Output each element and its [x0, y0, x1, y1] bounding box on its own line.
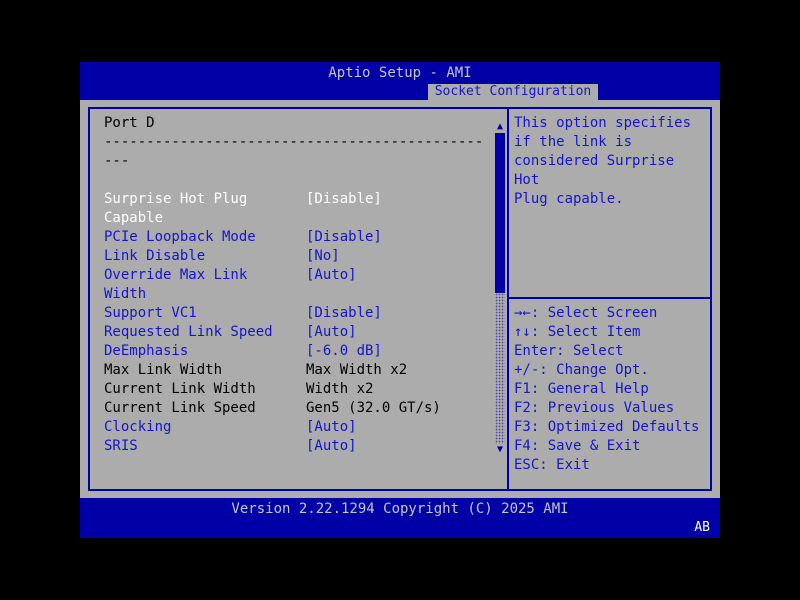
setup-item-row[interactable]: Support VC1 [Disable] [90, 304, 507, 323]
blank-row [90, 171, 507, 190]
item-value: [Disable] [306, 229, 382, 245]
tab-socket-configuration[interactable]: Socket Configuration [428, 84, 598, 100]
item-value: [Auto] [306, 419, 357, 435]
hotkey-line: Enter: Select [514, 343, 624, 359]
item-value: [-6.0 dB] [306, 343, 382, 359]
item-label: Clocking [104, 419, 172, 435]
item-label: Surprise Hot Plug Capable [104, 191, 248, 226]
page-title: Aptio Setup - AMI [328, 65, 472, 81]
item-value: [Auto] [306, 267, 357, 283]
separator-row: ----------------------------------------… [104, 134, 484, 169]
scroll-up-icon[interactable]: ▲ [494, 121, 506, 133]
item-label: SRIS [104, 438, 138, 454]
body-area: Port D ----------------------------------… [80, 100, 720, 498]
item-value: [Auto] [306, 438, 357, 454]
hotkey-line: →←: Select Screen [514, 305, 658, 321]
hotkey-line: F4: Save & Exit [514, 438, 641, 454]
item-value: [Disable] [306, 191, 382, 207]
item-value: Gen5 (32.0 GT/s) [306, 400, 441, 416]
setup-item-row: Current Link Width Width x2 [90, 380, 507, 399]
item-value: Max Width x2 [306, 362, 408, 378]
item-value: [No] [306, 248, 340, 264]
scroll-track[interactable] [495, 293, 505, 444]
item-label: Link Disable [104, 248, 206, 264]
hotkey-list: →←: Select Screen ↑↓: Select Item Enter: S… [514, 304, 708, 475]
setup-item-row[interactable]: Override Max Link Width [Auto] [90, 266, 507, 304]
panels-frame: Port D ----------------------------------… [88, 107, 712, 491]
help-panel: This option specifies if the link is con… [509, 109, 710, 489]
setup-item-row[interactable]: Surprise Hot Plug Capable [Disable] [90, 190, 507, 228]
item-value: [Auto] [306, 324, 357, 340]
setup-item-row[interactable]: Requested Link Speed [Auto] [90, 323, 507, 342]
scroll-thumb[interactable] [495, 133, 505, 293]
title-bar: Aptio Setup - AMI [80, 62, 720, 84]
help-text: This option specifies if the link is con… [514, 115, 692, 207]
bios-screen: Aptio Setup - AMI Socket Configuration P… [80, 62, 720, 538]
hotkey-line: F1: General Help [514, 381, 649, 397]
settings-list: Port D ----------------------------------… [90, 109, 507, 456]
setup-item-row[interactable]: DeEmphasis [-6.0 dB] [90, 342, 507, 361]
scroll-down-icon[interactable]: ▼ [494, 444, 506, 456]
hotkey-line: ↑↓: Select Item [514, 324, 641, 340]
item-value: [Disable] [306, 305, 382, 321]
item-label: Support VC1 [104, 305, 197, 321]
footer: Version 2.22.1294 Copyright (C) 2025 AMI… [80, 498, 720, 538]
hotkey-line: +/-: Change Opt. [514, 362, 649, 378]
setup-item-row[interactable]: SRIS [Auto] [90, 437, 507, 456]
setup-item-row[interactable]: Clocking [Auto] [90, 418, 507, 437]
help-divider [509, 297, 710, 299]
version-text: Version 2.22.1294 Copyright (C) 2025 AMI [231, 501, 569, 517]
scrollbar[interactable]: ▲ ▼ [494, 121, 506, 456]
hotkey-line: ESC: Exit [514, 457, 590, 473]
tab-label: Socket Configuration [434, 84, 592, 99]
item-label: DeEmphasis [104, 343, 189, 359]
item-value: Width x2 [306, 381, 374, 397]
setup-item-row[interactable]: PCIe Loopback Mode [Disable] [90, 228, 507, 247]
item-label: Max Link Width [104, 362, 223, 378]
setup-item-row: Max Link Width Max Width x2 [90, 361, 507, 380]
setup-item-row[interactable]: Link Disable [No] [90, 247, 507, 266]
item-label: Port D [104, 115, 155, 131]
footer-badge: AB [694, 520, 710, 535]
item-label: PCIe Loopback Mode [104, 229, 256, 245]
setup-item-row: Port D [90, 114, 507, 133]
item-label: Requested Link Speed [104, 324, 273, 340]
tab-bar: Socket Configuration [80, 84, 720, 100]
hotkey-line: F2: Previous Values [514, 400, 675, 416]
item-label: Override Max Link Width [104, 267, 248, 302]
hotkey-line: F3: Optimized Defaults [514, 419, 700, 435]
item-label: Current Link Width [104, 381, 256, 397]
item-label: Current Link Speed [104, 400, 256, 416]
setup-item-row: Current Link Speed Gen5 (32.0 GT/s) [90, 399, 507, 418]
main-panel: Port D ----------------------------------… [90, 109, 509, 489]
